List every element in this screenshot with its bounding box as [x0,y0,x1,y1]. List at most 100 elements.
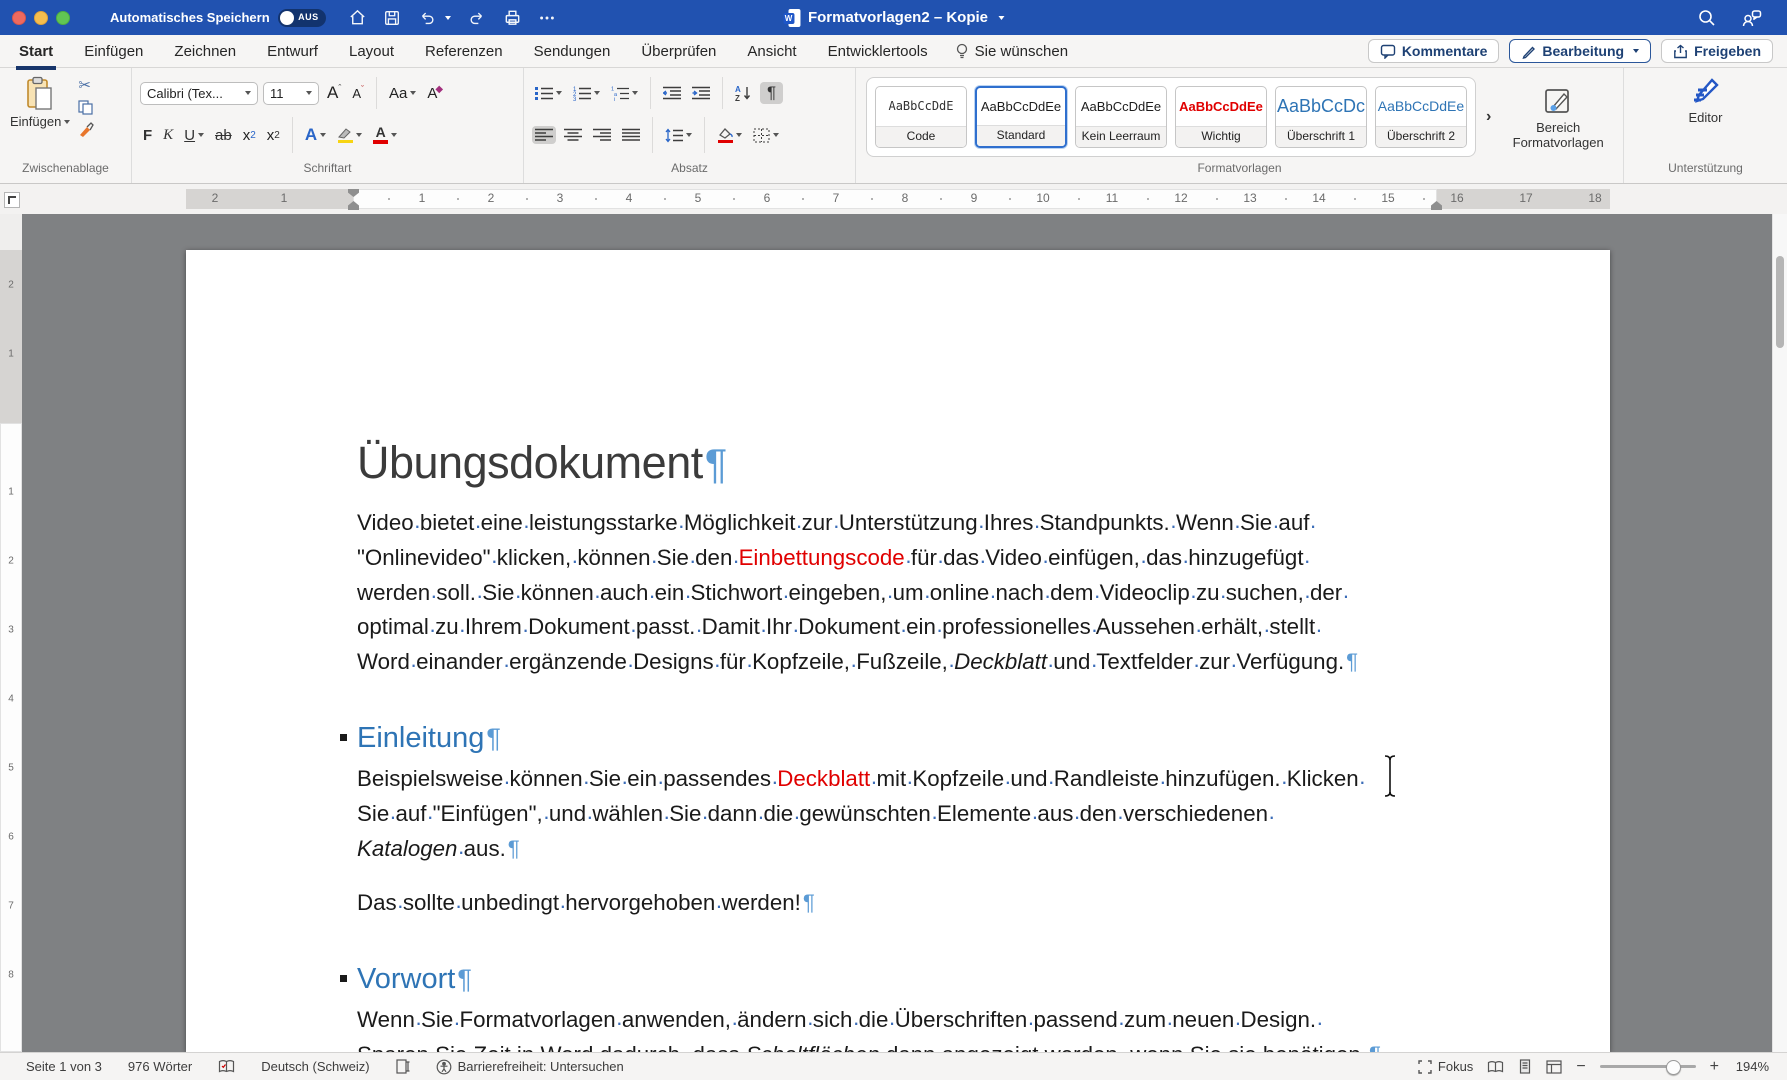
tab-entwurf[interactable]: Entwurf [266,41,319,62]
tab-layout[interactable]: Layout [348,41,395,62]
tab-referenzen[interactable]: Referenzen [424,41,504,62]
superscript-button[interactable]: x2 [264,125,283,146]
doc-paragraph[interactable]: Video bietet eine leistungsstarke Möglic… [357,506,1439,680]
scrollbar-thumb[interactable] [1776,256,1784,348]
styles-pane-button[interactable]: Bereich Formatvorlagen [1501,83,1615,150]
tab-start[interactable]: Start [18,41,54,62]
doc-paragraph[interactable]: Beispielsweise können Sie ein passendes … [357,762,1439,866]
page-content[interactable]: Übungsdokument¶ Video bietet eine leistun… [357,250,1439,1052]
doc-heading[interactable]: Einleitung¶ [357,720,1439,756]
style-card-uberschrift-1[interactable]: AaBbCcDcÜberschrift 1 [1275,86,1367,148]
vertical-scrollbar[interactable] [1772,214,1787,1052]
tab-einfugen[interactable]: Einfügen [83,41,144,62]
document-title-area[interactable]: W Formatvorlagen2 – Kopie [783,0,1004,35]
share-button[interactable]: Freigeben [1661,39,1773,63]
accessibility-status[interactable]: Barrierefreiheit: Untersuchen [436,1059,624,1075]
shading-button[interactable] [714,125,745,146]
close-window-button[interactable] [12,11,26,25]
language-selector[interactable]: Deutsch (Schweiz) [261,1059,369,1074]
underline-button[interactable]: U [181,125,207,146]
style-card-code[interactable]: AaBbCcDdECode [875,86,967,148]
search-icon[interactable] [1697,8,1717,28]
read-mode-icon[interactable] [1487,1060,1504,1074]
doc-heading[interactable]: Vorwort¶ [357,961,1439,997]
undo-chevron-icon[interactable] [445,16,451,20]
zoom-in-button[interactable]: + [1710,1059,1719,1075]
style-card-standard[interactable]: AaBbCcDdEeStandard [975,86,1067,148]
align-left-button[interactable] [532,126,556,144]
font-color-button[interactable]: A [370,124,400,146]
line-spacing-button[interactable] [662,126,695,145]
subscript-button[interactable]: x2 [240,125,259,146]
contacts-icon[interactable] [1741,8,1763,28]
more-commands-icon[interactable] [538,9,556,27]
cut-icon[interactable]: ✂ [78,79,94,93]
bold-button[interactable]: F [140,125,155,146]
comments-button[interactable]: Kommentare [1368,39,1500,63]
save-icon[interactable] [383,9,401,27]
borders-button[interactable] [750,126,782,145]
format-painter-icon[interactable] [78,122,94,137]
undo-icon[interactable] [417,9,437,27]
tab-stop-selector[interactable] [4,192,20,208]
highlight-button[interactable] [334,125,365,146]
justify-button[interactable] [619,126,643,144]
editing-mode-button[interactable]: Bearbeitung [1509,39,1651,63]
paste-button[interactable]: Einfügen [10,76,70,129]
clear-formatting-button[interactable]: A◆ [424,83,446,104]
autosave-toggle[interactable]: AUS [278,9,326,27]
text-effects-button[interactable]: A [302,123,329,147]
editor-button[interactable]: Editor [1661,73,1751,125]
page-indicator[interactable]: Seite 1 von 3 [26,1059,102,1074]
align-center-button[interactable] [561,126,585,144]
zoom-window-button[interactable] [56,11,70,25]
style-card-uberschrift-2[interactable]: AaBbCcDdEeÜberschrift 2 [1375,86,1467,148]
copy-icon[interactable] [78,100,94,115]
redo-icon[interactable] [467,9,487,27]
focus-mode-button[interactable]: Fokus [1418,1059,1473,1074]
vertical-ruler[interactable]: 2112345678 [0,214,22,1052]
print-layout-icon[interactable] [1518,1059,1532,1074]
sort-button[interactable]: AZ [732,83,755,103]
zoom-slider[interactable] [1600,1065,1696,1068]
multilevel-list-button[interactable]: 1ai [608,84,641,103]
italic-button[interactable]: K [160,125,176,146]
zoom-level[interactable]: 194% [1733,1059,1769,1074]
proofing-status-icon[interactable] [218,1059,235,1074]
minimize-window-button[interactable] [34,11,48,25]
bullets-button[interactable] [532,84,565,103]
home-icon[interactable] [348,8,367,27]
zoom-out-button[interactable]: − [1576,1059,1585,1075]
align-right-button[interactable] [590,126,614,144]
tab-ansicht[interactable]: Ansicht [746,41,797,62]
tab-zeichnen[interactable]: Zeichnen [173,41,237,62]
numbering-button[interactable]: 123 [570,84,603,103]
tab-sie-wuenschen[interactable]: Sie wünschen [955,43,1068,60]
font-size-select[interactable]: 11 [263,82,319,105]
print-icon[interactable] [503,8,522,27]
zoom-slider-thumb[interactable] [1666,1060,1681,1075]
doc-title-paragraph[interactable]: Übungsdokument¶ [357,437,1439,490]
decrease-indent-button[interactable] [660,84,684,102]
change-case-button[interactable]: Aa [386,83,419,104]
styles-gallery-more-icon[interactable]: › [1486,108,1491,126]
strikethrough-button[interactable]: ab [212,125,235,146]
document-page[interactable]: Übungsdokument¶ Video bietet eine leistun… [186,250,1610,1052]
pencil-icon [1521,44,1536,59]
doc-paragraph[interactable]: Das sollte unbedingt hervorgehoben werde… [357,886,1439,921]
show-paragraph-marks-button[interactable]: ¶ [760,82,783,104]
tab-uberprufen[interactable]: Überprüfen [640,41,717,62]
increase-indent-button[interactable] [689,84,713,102]
tab-entwicklertools[interactable]: Entwicklertools [827,41,929,62]
tab-sendungen[interactable]: Sendungen [533,41,612,62]
style-card-kein-leerraum[interactable]: AaBbCcDdEeKein Leerraum [1075,86,1167,148]
style-card-wichtig[interactable]: AaBbCcDdEeWichtig [1175,86,1267,148]
shrink-font-button[interactable]: Aˇ [349,84,367,103]
web-layout-icon[interactable] [1546,1060,1562,1074]
horizontal-ruler[interactable]: 21123456789101112131415161718 [0,184,1787,215]
grow-font-button[interactable]: Aˆ [324,81,344,105]
font-name-select[interactable]: Calibri (Tex... [140,82,258,105]
text-selection-icon[interactable] [396,1059,410,1074]
doc-paragraph[interactable]: Wenn Sie Formatvorlagen anwenden, ändern… [357,1003,1439,1052]
word-count[interactable]: 976 Wörter [128,1059,192,1074]
